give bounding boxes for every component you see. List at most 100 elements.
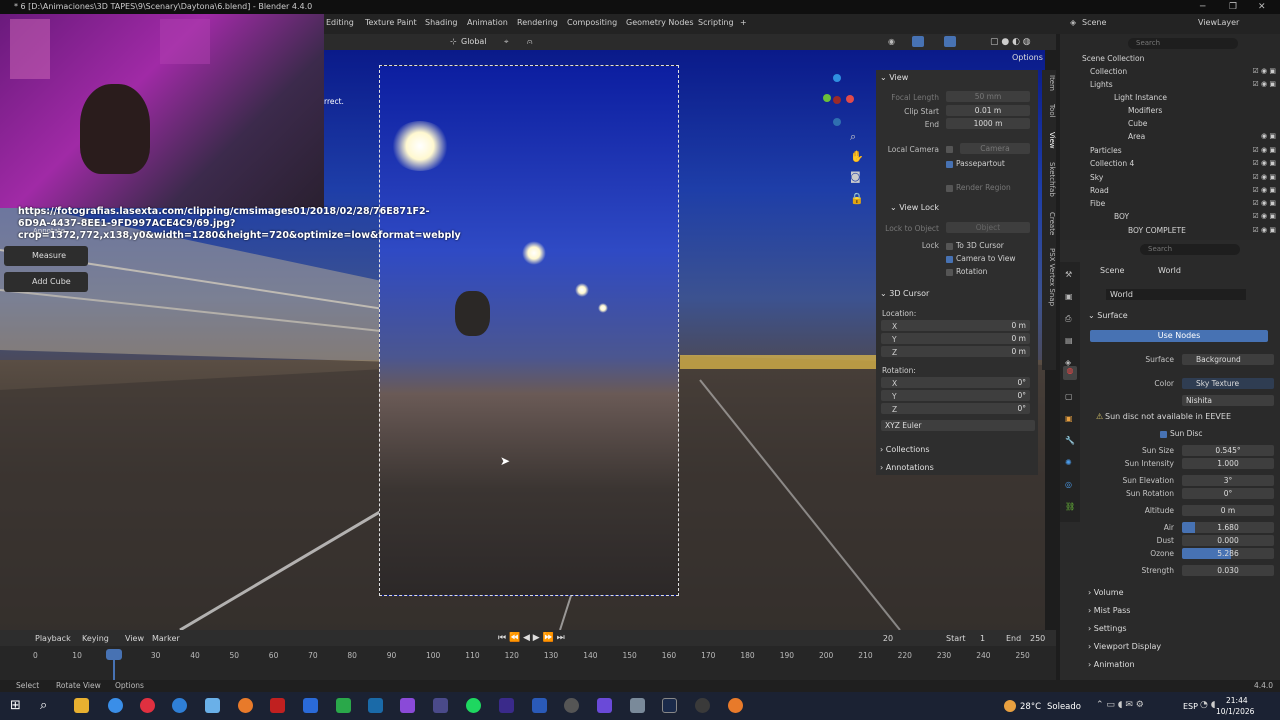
strength-field[interactable]: 0.030 [1182,565,1274,576]
color-texture-field[interactable]: Sky Texture [1182,378,1274,389]
overlay-toggle-icon[interactable] [944,36,956,47]
outliner-item-lights[interactable]: Lights ☑ ◉ ▣ [1060,78,1280,91]
measure-tool[interactable]: Measure [4,246,88,266]
world-name-field[interactable]: World [1106,289,1246,300]
view-section-header[interactable]: ⌄ View [880,73,908,82]
tab-tool[interactable]: Tool [1042,104,1056,118]
outliner-item-area[interactable]: Area ◉ ▣ [1060,130,1280,143]
constraints-tab-icon[interactable]: ⛓ [1065,502,1075,511]
playback-controls-icon[interactable]: ⏮ ⏪ ◀ ▶ ⏩ ⏭ [498,633,565,643]
camera-view-icon[interactable]: ◙ [850,170,861,183]
blender-active-icon[interactable] [728,698,743,713]
camera-to-view-checkbox[interactable] [946,255,953,263]
rotation-mode-dropdown[interactable]: XYZ Euler [881,420,1035,431]
use-nodes-button[interactable]: Use Nodes [1090,330,1268,342]
tray-icons[interactable]: ⌃ ▭ ◖ ✉ ⚙ [1096,700,1144,710]
blender-icon[interactable] [238,698,253,713]
sun-disc-toggle[interactable]: Sun Disc [1160,427,1280,440]
dust-slider[interactable]: 0.000 [1182,535,1274,546]
outliner-item-road[interactable]: Road ☑ ◉ ▣ [1060,184,1280,197]
outliner-item-sky[interactable]: Sky ☑ ◉ ▣ [1060,171,1280,184]
maximize-button[interactable]: ❐ [1229,0,1237,14]
focal-length-field[interactable]: 50 mm [946,91,1030,102]
zoom-icon[interactable]: ⌕ [850,130,856,144]
edge-icon[interactable] [172,698,187,713]
windows-start-icon[interactable]: ⊞ [10,698,21,713]
cursor-rotation-y[interactable]: 0° [881,390,1030,401]
to-3d-cursor-toggle[interactable]: To 3D Cursor [946,239,1004,252]
to-3d-cursor-checkbox[interactable] [946,242,953,250]
tab-editing[interactable]: Editing [326,18,354,27]
end-frame-field[interactable]: 250 [1030,634,1045,643]
view-menu[interactable]: View [125,634,144,643]
close-button[interactable]: ✕ [1258,0,1266,14]
outliner-item-modifiers[interactable]: Modifiers [1060,104,1280,117]
altitude-field[interactable]: 0 m [1182,505,1274,516]
camera-frame[interactable] [379,65,679,596]
tab-shading[interactable]: Shading [425,18,458,27]
tab-view[interactable]: View [1042,132,1056,149]
app-icon[interactable] [630,698,645,713]
outliner-item-light-instance[interactable]: Light Instance [1060,91,1280,104]
tool-tab-icon[interactable]: ⚒ [1065,270,1072,279]
gizmo-toggle-icon[interactable] [912,36,924,47]
tab-texture-paint[interactable]: Texture Paint [365,18,417,27]
passepartout-checkbox[interactable] [946,160,953,168]
cursor-location-z[interactable]: 0 m [881,346,1030,357]
view-layer-tab-icon[interactable]: ▤ [1065,336,1073,345]
modifier-tab-icon[interactable]: 🔧 [1065,436,1075,445]
sun-intensity-field[interactable]: 1.000 [1182,458,1274,469]
playhead-marker[interactable] [106,649,122,660]
view-lock-header[interactable]: ⌄ View Lock [890,203,939,212]
outliner-item-scene-collection[interactable]: Scene Collection [1060,52,1280,65]
collection-tab-icon[interactable]: ▢ [1065,392,1073,401]
collections-section[interactable]: › Collections [880,445,930,454]
steam-icon[interactable] [662,698,677,713]
snap-icon[interactable]: ⌖ [504,37,509,47]
app-icon[interactable] [400,698,415,713]
app-icon[interactable] [270,698,285,713]
visibility-icon[interactable]: ☑ ◉ ▣ [1253,210,1276,223]
chrome-icon[interactable] [108,698,123,713]
cursor-location-y[interactable]: 0 m [881,333,1030,344]
current-frame-field[interactable]: 20 [868,634,908,643]
photos-icon[interactable] [303,698,318,713]
clock-time[interactable]: 21:44 [1226,696,1248,705]
app-icon[interactable] [597,698,612,713]
playback-menu[interactable]: Playback [35,634,71,643]
app-icon[interactable] [336,698,351,713]
scene-selector[interactable]: Scene [1082,18,1106,27]
keying-menu[interactable]: Keying [82,634,109,643]
local-camera-checkbox[interactable] [946,146,953,153]
cursor-rotation-z[interactable]: 0° [881,403,1030,414]
after-effects-icon[interactable] [499,698,514,713]
weather-desc[interactable]: Soleado [1047,702,1081,712]
tab-item[interactable]: Item [1042,75,1056,91]
surface-shader-field[interactable]: Background [1182,354,1274,365]
outliner-item-particles[interactable]: Particles ☑ ◉ ▣ [1060,144,1280,157]
render-tab-icon[interactable]: ▣ [1065,292,1073,301]
tab-create[interactable]: Create [1042,212,1056,235]
shading-modes-icon[interactable]: ▢ ● ◐ ◍ [990,37,1031,47]
visibility-icon[interactable]: ☑ ◉ ▣ [1253,224,1276,237]
pan-hand-icon[interactable]: ✋ [850,150,864,163]
sky-type-dropdown[interactable]: Nishita [1182,395,1274,406]
particles-tab-icon[interactable]: ✺ [1065,458,1072,467]
air-slider[interactable]: 1.680 [1182,522,1274,533]
clock-date[interactable]: 10/1/2026 [1216,707,1254,716]
app-icon[interactable] [695,698,710,713]
surface-section-header[interactable]: ⌄ Surface [1088,311,1128,320]
tab-animation[interactable]: Animation [467,18,508,27]
spotify-icon[interactable] [466,698,481,713]
annotations-section[interactable]: › Annotations [880,463,934,472]
clip-start-field[interactable]: 0.01 m [946,105,1030,116]
visibility-icon[interactable]: ☑ ◉ ▣ [1253,78,1276,91]
output-tab-icon[interactable]: ⎙ [1065,314,1071,324]
app-icon[interactable] [433,698,448,713]
camera-field[interactable]: Camera [960,143,1030,154]
magnet-icon[interactable]: ⩀ [527,37,533,47]
search-icon[interactable]: ⌕ [40,698,47,713]
outliner-item-boy-complete[interactable]: BOY COMPLETE ☑ ◉ ▣ [1060,224,1280,237]
wifi-sound-icons[interactable]: ◔ ◖ [1200,700,1215,710]
outliner-item-collection-4[interactable]: Collection 4 ☑ ◉ ▣ [1060,157,1280,170]
